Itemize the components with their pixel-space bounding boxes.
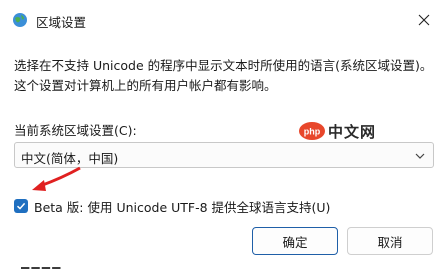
chevron-down-icon [415,153,425,159]
cancel-button[interactable]: 取消 [347,227,433,255]
beta-utf8-label: Beta 版: 使用 Unicode UTF-8 提供全球语言支持(U) [34,199,331,215]
globe-icon [12,12,28,28]
beta-utf8-option[interactable]: Beta 版: 使用 Unicode UTF-8 提供全球语言支持(U) [14,196,330,216]
watermark-logo-text: php [304,127,321,137]
dialog-footer: 确定 取消 [0,224,448,269]
watermark-logo: php 中文网 [298,118,378,144]
ok-button[interactable]: 确定 [252,227,338,255]
red-arrow-icon [32,166,81,191]
beta-utf8-checkbox[interactable] [14,199,28,213]
php-logo-icon: php [299,122,325,140]
title-bar: 区域设置 [0,0,448,40]
locale-selected-value: 中文(简体，中国) [21,151,119,166]
locale-select[interactable]: 中文(简体，中国) [14,142,434,168]
checkmark-icon [16,202,26,210]
description-text: 选择在不支持 Unicode 的程序中显示文本时所使用的语言(系统区域设置)。这… [14,58,433,93]
close-button[interactable] [407,6,441,34]
partially-visible-text: ▬▬▬▬ [20,262,62,269]
close-icon [418,14,430,26]
window-title: 区域设置 [36,15,87,30]
watermark-text: 中文网 [328,123,377,141]
locale-label: 当前系统区域设置(C): [14,123,137,138]
